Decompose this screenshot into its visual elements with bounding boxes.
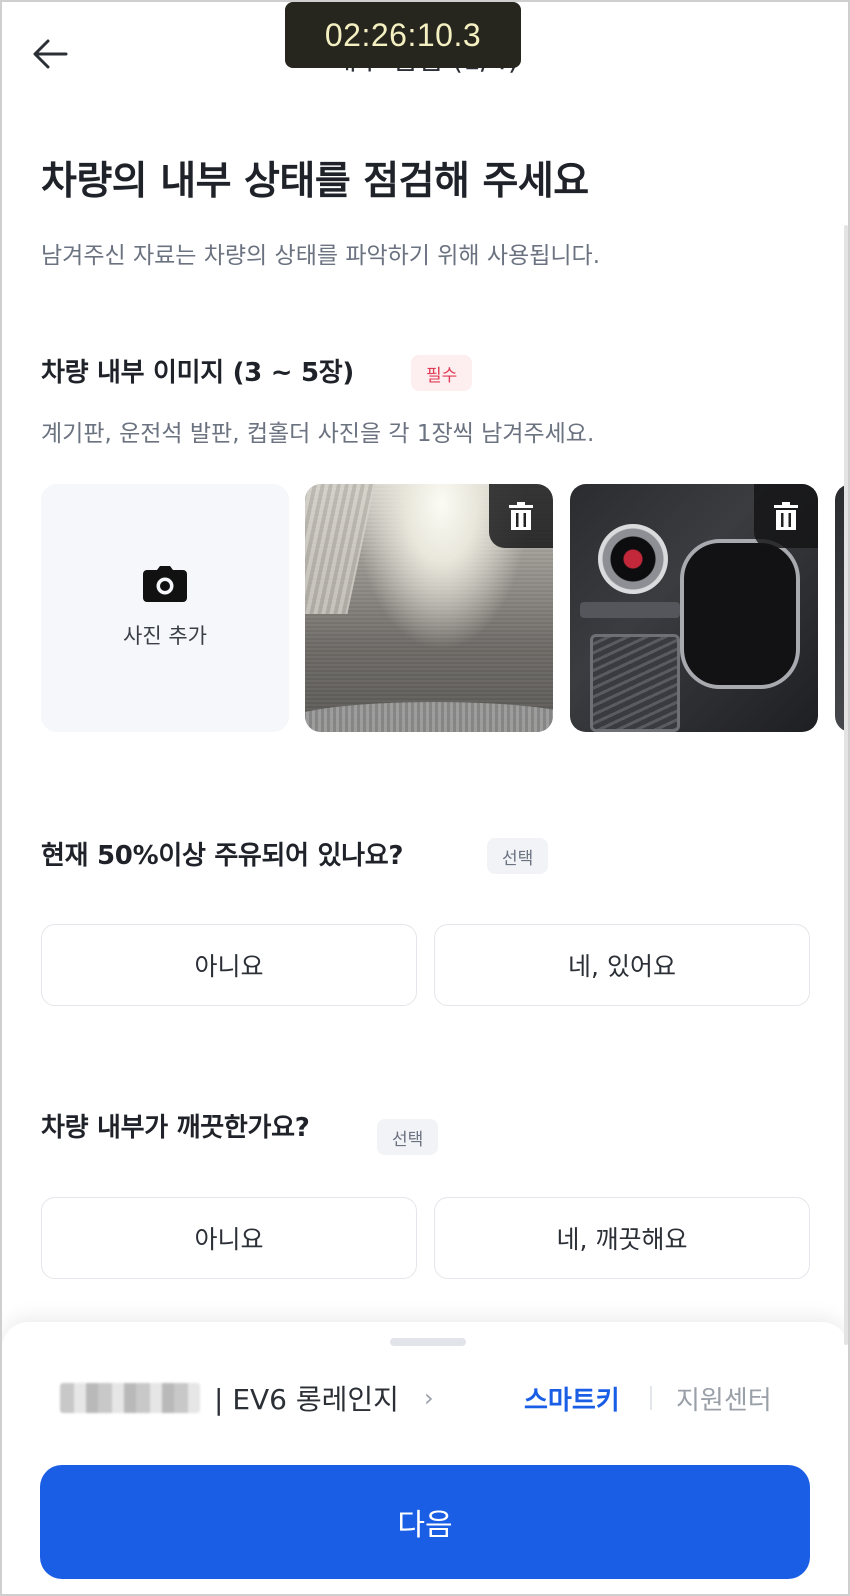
page-title: 차량의 내부 상태를 점검해 주세요 (41, 159, 589, 204)
scrollbar[interactable] (844, 225, 848, 1345)
clean-no-button[interactable]: 아니요 (41, 1197, 417, 1279)
license-plate-blurred (60, 1383, 200, 1413)
photo-thumbnail-floor[interactable] (305, 484, 553, 732)
chevron-right-icon[interactable]: › (424, 1384, 434, 1412)
page-subtitle: 남겨주신 자료는 차량의 상태를 파악하기 위해 사용됩니다. (41, 243, 601, 269)
trash-icon (509, 502, 533, 530)
clean-yes-button[interactable]: 네, 깨끗해요 (434, 1197, 810, 1279)
sheet-grabber[interactable] (390, 1338, 466, 1346)
pedal-image-detail (305, 484, 375, 614)
images-section-description: 계기판, 운전석 발판, 컵홀더 사진을 각 1장씩 남겨주세요. (41, 421, 595, 447)
fuel-yes-button[interactable]: 네, 있어요 (434, 924, 810, 1006)
timer-overlay: 02:26:10.3 (285, 2, 521, 68)
delete-photo-button[interactable] (754, 484, 818, 548)
delete-photo-button[interactable] (489, 484, 553, 548)
gear-knob-image-detail (598, 524, 668, 594)
fuel-no-button[interactable]: 아니요 (41, 924, 417, 1006)
cupholder-image-detail (680, 539, 800, 689)
seat-image-detail (305, 702, 553, 732)
clean-question-title: 차량 내부가 깨끗한가요? (41, 1113, 310, 1143)
fuel-question-title: 현재 50%이상 주유되어 있나요? (41, 841, 404, 871)
trash-icon (774, 502, 798, 530)
button-strip-image-detail (580, 602, 680, 618)
divider (650, 1386, 652, 1410)
required-badge: 필수 (411, 355, 473, 391)
smartkey-link[interactable]: 스마트키 (524, 1380, 620, 1417)
optional-badge: 선택 (377, 1119, 439, 1155)
optional-badge: 선택 (487, 838, 549, 874)
add-photo-label: 사진 추가 (123, 624, 207, 648)
photo-carousel[interactable]: 사진 추가 (41, 484, 850, 732)
vehicle-name-link[interactable]: | EV6 롱레인지 (214, 1378, 399, 1418)
photo-thumbnail-console[interactable] (570, 484, 818, 732)
add-photo-button[interactable]: 사진 추가 (41, 484, 289, 732)
next-button[interactable]: 다음 (40, 1465, 810, 1579)
camera-icon (143, 566, 187, 602)
bottom-sheet: | EV6 롱레인지 › 스마트키 지원센터 다음 (2, 1322, 848, 1594)
support-center-link[interactable]: 지원센터 (676, 1380, 772, 1417)
wireless-charger-image-detail (590, 634, 680, 732)
images-section-title: 차량 내부 이미지 (3 ~ 5장) (41, 358, 354, 388)
